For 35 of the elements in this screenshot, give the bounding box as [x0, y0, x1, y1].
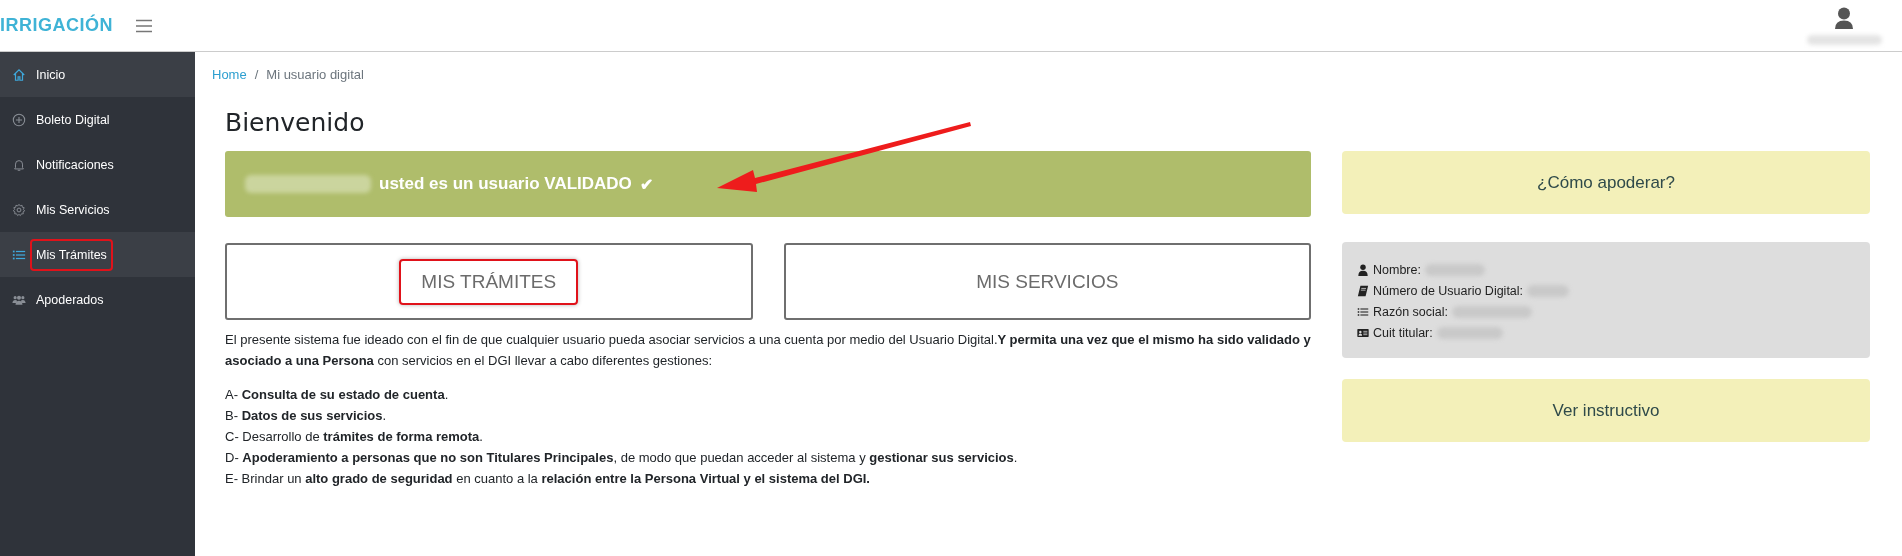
info-label: Número de Usuario Digital: — [1373, 283, 1524, 298]
bell-icon — [12, 157, 26, 172]
info-label: Nombre: — [1373, 262, 1421, 277]
info-label: Razón social: — [1373, 304, 1449, 319]
breadcrumb-current: Mi usuario digital — [266, 66, 364, 82]
validation-message: usted es un usuario VALIDADO — [379, 174, 632, 194]
sidebar-item[interactable]: Mis Trámites — [0, 232, 195, 277]
menu-icon[interactable] — [135, 18, 153, 33]
list-item: D- Apoderamiento a personas que no son Titulares Principales, de modo que puedan acceder al sistema y gestionar sus servicios. — [225, 449, 1019, 467]
gear-icon — [12, 202, 26, 217]
how-to-button[interactable]: ¿Cómo apoderar? — [1342, 151, 1870, 214]
sidebar-item[interactable]: Apoderados — [0, 277, 195, 322]
info-label: Cuit titular: — [1373, 325, 1433, 340]
list-item: C- Desarrollo de trámites de forma remota. — [225, 428, 484, 446]
sidebar-item[interactable]: Boleto Digital — [0, 97, 195, 142]
user-icon — [1357, 263, 1369, 276]
avatar-icon[interactable] — [1834, 6, 1854, 29]
list-item: B- Datos de sus servicios. — [225, 407, 388, 425]
book-icon — [1357, 284, 1369, 297]
sidebar-item[interactable]: Notificaciones — [0, 142, 195, 187]
list-icon — [1357, 305, 1369, 318]
list-item: A- Consulta de su estado de cuenta. — [225, 386, 450, 404]
menu-button[interactable]: MIS TRÁMITES — [225, 243, 753, 320]
breadcrumb-separator: / — [254, 66, 259, 82]
instructions-button[interactable]: Ver instructivo — [1342, 379, 1870, 442]
intro-paragraph: El presente sistema fue ideado con el fin de que cualquier usuario pueda asociar servicios a una cuenta por medio del Usuario Digital.Y permita una vez que el mismo ha sido validado y asociado a una Persona con servicios en el DGI llevar a cabo diferentes gestiones: — [225, 331, 1311, 370]
home-icon — [12, 67, 26, 82]
sidebar-item[interactable]: Inicio — [0, 52, 195, 97]
page-title: Bienvenido — [225, 108, 366, 138]
plus-circle-icon — [12, 112, 26, 127]
check-icon: ✔ — [639, 174, 653, 194]
sidebar-item[interactable]: Mis Servicios — [0, 187, 195, 232]
list-item: E- Brindar un alto grado de seguridad en cuanto a la relación entre la Persona Virtual y el sistema del DGI. — [225, 470, 871, 488]
id-card-icon — [1357, 326, 1369, 339]
menu-button[interactable]: MIS SERVICIOS — [783, 243, 1311, 320]
